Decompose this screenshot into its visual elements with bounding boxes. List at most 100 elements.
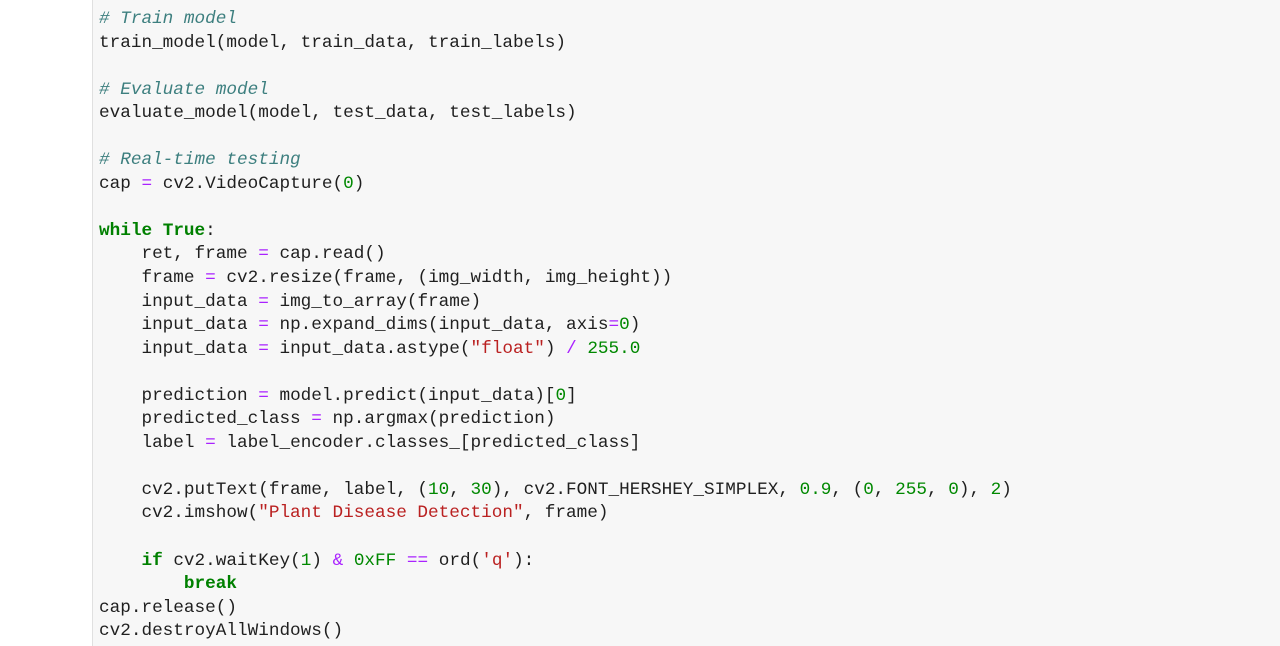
code-line: frame = cv2.resize(frame, (img_width, im… [99,267,1012,291]
code-line: cv2.imshow("Plant Disease Detection", fr… [99,502,1012,526]
code-line: prediction = model.predict(input_data)[0… [99,385,1012,409]
code-token-op: = [258,385,269,406]
code-token: , [926,479,949,500]
code-token-op: == [406,550,429,571]
code-token-op: = [258,315,269,336]
code-token: label [99,432,206,453]
code-token: cv2.destroyAllWindows() [99,621,344,642]
code-token-num: 0xFF [353,550,397,571]
code-line: predicted_class = np.argmax(prediction) [99,408,1012,432]
code-token: ) [629,315,641,336]
code-token: ] [566,385,577,406]
code-token: , ( [831,479,864,500]
code-token-num: 0 [555,385,567,406]
code-token-kw: break [183,574,237,595]
code-token: ), [958,479,991,500]
code-line: if cv2.waitKey(1) & 0xFF == ord('q'): [99,550,1012,574]
code-token-num: 255 [895,479,927,500]
code-line: while True: [99,220,1012,244]
code-token-num: 0 [343,173,354,194]
code-token: ) [544,338,567,359]
code-line: # Real-time testing [99,149,1012,173]
code-token-num: 30 [470,479,492,500]
code-line: cap.release() [99,597,1012,621]
code-token: cap.read() [268,244,386,265]
code-line: evaluate_model(model, test_data, test_la… [99,102,1012,126]
code-token: input_data [99,291,259,312]
code-token: ) [1001,479,1012,500]
code-token: np.expand_dims(input_data, axis [268,315,609,336]
code-line: label = label_encoder.classes_[predicted… [99,432,1012,456]
code-token-op: = [141,173,153,194]
code-line: # Train model [99,8,1012,32]
code-line: # Evaluate model [99,79,1012,103]
code-cell[interactable]: # Train model train_model(model, train_da… [92,0,1280,646]
code-token: input_data.astype( [268,338,471,359]
code-line: input_data = input_data.astype("float") … [99,338,1012,362]
code-token: , [873,479,896,500]
code-token: ret, frame [99,244,259,265]
code-token: evaluate_model(model, test_data, test_la… [99,103,577,124]
code-token: ) [353,173,365,194]
code-token-op: & [332,550,344,571]
code-token-num: 0 [863,479,874,500]
code-token-op: / [566,338,577,359]
code-token: ): [513,550,535,571]
code-line: break [99,573,1012,597]
code-token-str: 'q' [481,550,514,571]
code-token-kw: True [162,220,206,241]
code-line: ​ [99,361,1012,385]
code-token-op: = [608,315,620,336]
code-token: prediction [99,385,259,406]
code-token: cv2.imshow( [99,503,259,524]
code-token: cap.release() [99,597,237,618]
code-line: train_model(model, train_data, train_lab… [99,32,1012,56]
code-token: cv2.VideoCapture( [152,173,344,194]
code-token-op: = [258,338,269,359]
code-token: , frame) [523,503,609,524]
code-token: train_model(model, train_data, train_lab… [99,32,567,53]
code-editor[interactable]: # Train model train_model(model, train_da… [99,8,1012,644]
code-line: ​ [99,526,1012,550]
code-token-num: 255.0 [587,338,641,359]
code-token-op: = [205,268,216,289]
code-token-op: = [205,432,216,453]
code-token: np.argmax(prediction) [321,409,556,430]
code-token-num: 1 [300,550,312,571]
code-token-op: = [311,409,322,430]
code-token: label_encoder.classes_[predicted_class] [215,432,641,453]
code-token: input_data [99,338,259,359]
code-token: cv2.waitKey( [162,550,301,571]
code-token: : [205,220,216,241]
code-token: img_to_array(frame) [268,291,482,312]
code-line: ​ [99,455,1012,479]
code-line: cv2.putText(frame, label, (10, 30), cv2.… [99,479,1012,503]
code-line: cap = cv2.VideoCapture(0) [99,173,1012,197]
code-token: ), cv2.FONT_HERSHEY_SIMPLEX, [491,479,800,500]
code-line: ret, frame = cap.read() [99,243,1012,267]
code-line: input_data = np.expand_dims(input_data, … [99,314,1012,338]
code-token-num: 0.9 [799,479,832,500]
code-token: predicted_class [99,409,312,430]
code-token: frame [99,268,206,289]
code-token-comment: # Evaluate model [99,79,269,100]
code-token-num: 10 [428,479,450,500]
code-token-num: 0 [619,315,630,336]
code-line: ​ [99,55,1012,79]
code-token-comment: # Real-time testing [99,150,301,171]
code-line: cv2.destroyAllWindows() [99,620,1012,644]
code-token-comment: # Train model [99,9,237,29]
code-token: , [449,479,471,500]
code-token: cv2.putText(frame, label, ( [99,479,429,500]
code-line: input_data = img_to_array(frame) [99,291,1012,315]
code-line: ​ [99,126,1012,150]
code-token-num: 0 [948,479,959,500]
code-token-op: = [258,291,269,312]
code-token: input_data [99,315,259,336]
code-token: cap [99,173,142,194]
